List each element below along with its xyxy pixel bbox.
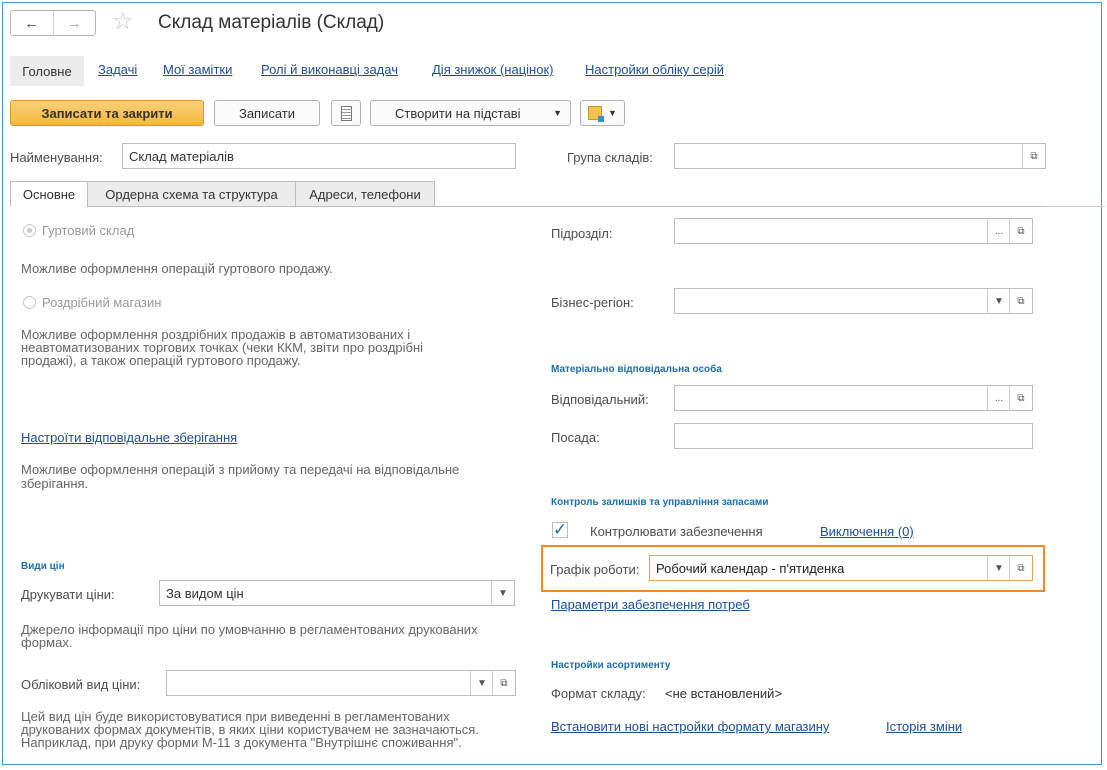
retail-radio[interactable] xyxy=(23,296,36,309)
nav-link-roles[interactable]: Ролі й виконавці задач xyxy=(261,62,398,77)
save-close-button[interactable]: Записати та закрити xyxy=(10,100,204,126)
responsible-label: Відповідальний: xyxy=(551,392,649,407)
save-button[interactable]: Записати xyxy=(214,100,320,126)
account-price-desc-line-3: Наприклад, при друку форми М-11 з докуме… xyxy=(21,735,462,750)
account-price-select[interactable]: ▼ ⧉ xyxy=(166,670,516,696)
select-ellipsis-icon[interactable]: ... xyxy=(987,219,1010,243)
nav-link-series-settings[interactable]: Настройки обліку серій xyxy=(585,62,724,77)
dropdown-arrow-icon: ▼ xyxy=(553,108,562,118)
arrow-left-icon[interactable]: ← xyxy=(11,11,53,35)
division-input[interactable]: ... ⧉ xyxy=(674,218,1033,244)
page-title: Склад матеріалів (Склад) xyxy=(158,12,385,33)
wholesale-radio[interactable] xyxy=(23,224,36,237)
schedule-select[interactable]: Робочий календар - п'ятиденка ▼ ⧉ xyxy=(649,555,1033,581)
store-format-value: <не встановлений> xyxy=(665,686,783,701)
print-prices-desc-line-1: Джерело інформації про ціни по умовчанню… xyxy=(21,622,478,637)
print-prices-label: Друкувати ціни: xyxy=(21,587,115,602)
tab-main[interactable]: Основне xyxy=(10,181,88,207)
dropdown-arrow-icon[interactable]: ▼ xyxy=(987,289,1010,313)
history-nav: ← → xyxy=(10,10,96,36)
wholesale-desc: Можливе оформлення операцій гуртового пр… xyxy=(21,261,333,276)
name-input[interactable]: Склад матеріалів xyxy=(122,143,516,169)
dropdown-arrow-icon[interactable]: ▼ xyxy=(470,671,493,695)
tab-divider xyxy=(435,206,1045,207)
price-section-title: Види цін xyxy=(21,561,65,572)
nav-link-tasks[interactable]: Задачі xyxy=(98,62,137,77)
group-label: Група складів: xyxy=(567,150,653,165)
new-format-link[interactable]: Встановити нові настройки формату магази… xyxy=(551,719,829,734)
control-label: Контролювати забезпечення xyxy=(590,524,763,539)
responsible-section-title: Матеріально відповідальна особа xyxy=(551,364,722,375)
division-label: Підрозділ: xyxy=(551,226,613,241)
open-icon[interactable]: ⧉ xyxy=(1009,386,1032,410)
tab-addresses[interactable]: Адреси, телефони xyxy=(295,181,435,207)
print-prices-desc-line-2: формах. xyxy=(21,635,73,650)
open-icon[interactable]: ⧉ xyxy=(1009,289,1032,313)
dropdown-arrow-icon[interactable]: ▼ xyxy=(987,556,1010,580)
print-prices-select[interactable]: За видом цін ▼ xyxy=(159,580,515,606)
custody-desc-line-1: Можливе оформлення операцій з прийому та… xyxy=(21,462,460,477)
assortment-section-title: Настройки асортименту xyxy=(551,660,671,671)
nav-link-notes[interactable]: Мої замітки xyxy=(163,62,232,77)
tab-order-scheme[interactable]: Ордерна схема та структура xyxy=(87,181,296,207)
print-menu-button[interactable]: ▼ xyxy=(580,100,625,126)
retail-label: Роздрібний магазин xyxy=(42,295,162,310)
report-button[interactable] xyxy=(331,100,361,126)
arrow-right-icon[interactable]: → xyxy=(52,11,96,35)
account-price-label: Обліковий вид ціни: xyxy=(21,677,141,692)
nav-link-discounts[interactable]: Дія знижок (націнок) xyxy=(432,62,553,77)
supply-params-link[interactable]: Параметри забезпечення потреб xyxy=(551,597,750,612)
open-icon[interactable]: ⧉ xyxy=(1009,219,1032,243)
store-format-label: Формат складу: xyxy=(551,686,646,701)
position-input[interactable] xyxy=(674,423,1033,449)
custody-desc-line-2: зберігання. xyxy=(21,476,89,491)
nav-tab-main[interactable]: Головне xyxy=(10,56,84,86)
exceptions-link[interactable]: Виключення (0) xyxy=(820,524,914,539)
position-label: Посада: xyxy=(551,430,600,445)
region-label: Бізнес-регіон: xyxy=(551,295,634,310)
open-icon[interactable]: ⧉ xyxy=(492,671,515,695)
schedule-label: Графік роботи: xyxy=(550,562,640,577)
stock-section-title: Контроль залишків та управління запасами xyxy=(551,497,769,508)
history-link[interactable]: Історія зміни xyxy=(886,719,962,734)
open-icon[interactable]: ⧉ xyxy=(1009,556,1032,580)
wholesale-label: Гуртовий склад xyxy=(42,223,135,238)
open-icon[interactable]: ⧉ xyxy=(1022,144,1045,168)
create-based-button[interactable]: Створити на підставі ▼ xyxy=(370,100,571,126)
dropdown-arrow-icon[interactable]: ▼ xyxy=(491,581,514,605)
document-icon xyxy=(340,105,352,121)
name-label: Найменування: xyxy=(10,150,103,165)
select-ellipsis-icon[interactable]: ... xyxy=(987,386,1010,410)
responsible-input[interactable]: ... ⧉ xyxy=(674,385,1033,411)
custody-settings-link[interactable]: Настроїти відповідальне зберігання xyxy=(21,430,237,445)
print-icon xyxy=(588,106,605,122)
retail-desc-line-3: продажі), а також операцій гуртового про… xyxy=(21,353,301,368)
divider xyxy=(1045,206,1105,207)
control-checkbox[interactable]: ✓ xyxy=(552,520,568,539)
region-select[interactable]: ▼ ⧉ xyxy=(674,288,1033,314)
checkmark-icon: ✓ xyxy=(552,520,568,539)
star-icon[interactable]: ☆ xyxy=(112,9,134,35)
group-input[interactable]: ⧉ xyxy=(674,143,1046,169)
dropdown-arrow-icon: ▼ xyxy=(608,108,617,118)
